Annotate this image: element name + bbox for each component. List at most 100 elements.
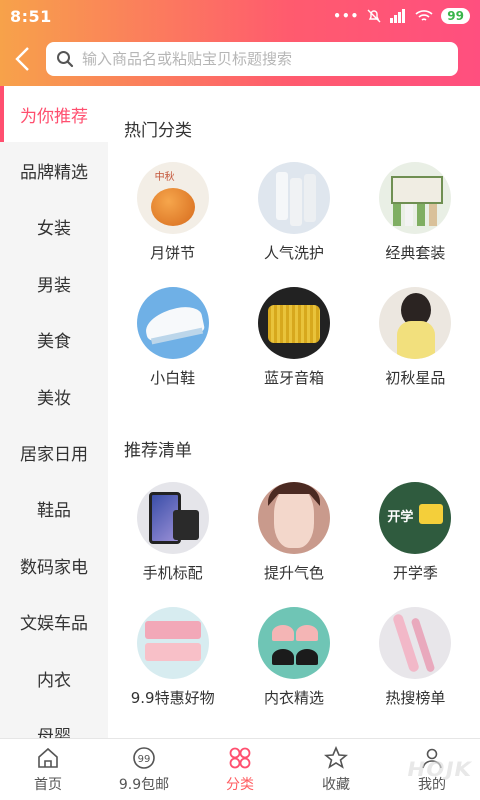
- sidebar-item[interactable]: 内衣: [0, 650, 108, 706]
- category-content: 热门分类月饼节 人气洗护 经典套装小白鞋 蓝牙音箱 初秋星品推荐清单手机标配 提升气色 开学…: [108, 86, 480, 738]
- section-title: 推荐清单: [124, 441, 192, 461]
- search-header: [0, 32, 480, 86]
- sidebar-item-label: 母婴: [37, 726, 71, 738]
- category-tile[interactable]: 9.9特惠好物: [112, 607, 233, 732]
- category-tile[interactable]: 热搜榜单: [355, 607, 476, 732]
- category-tile-label: 经典套装: [385, 244, 446, 262]
- mute-bell-icon: [367, 9, 381, 23]
- back-to-school-image: [379, 482, 452, 554]
- nav-item[interactable]: 99 9.9包邮: [96, 739, 192, 800]
- status-time: 8:51: [10, 6, 52, 26]
- sidebar-item-label: 鞋品: [37, 501, 71, 522]
- white-sneaker-image: [136, 287, 209, 359]
- back-button[interactable]: [0, 32, 46, 86]
- category-tile[interactable]: 手机标配: [112, 482, 233, 607]
- coupon-99-icon: 99: [132, 746, 156, 770]
- category-section: 推荐清单手机标配 提升气色 开学季 9.9特惠好物 内衣精选 热搜榜单: [108, 436, 480, 732]
- app-root: 8:51 ••• 99 为你推荐品牌精选女装男装美食美妆居家日用鞋品数码家电文娱…: [0, 0, 480, 800]
- category-tile[interactable]: 小白鞋: [112, 287, 233, 412]
- phone-accessories-image: [136, 482, 209, 554]
- sidebar-item-label: 男装: [37, 275, 71, 296]
- category-tile-label: 月饼节: [150, 244, 196, 262]
- status-bar: 8:51 ••• 99: [0, 0, 480, 32]
- category-tile[interactable]: 经典套装: [355, 162, 476, 287]
- bargain-goods-image: [136, 607, 209, 679]
- bottom-nav: 首页 99 9.9包邮 分类 收藏 我的: [0, 738, 480, 800]
- category-icon: [228, 746, 252, 770]
- category-tile-label: 蓝牙音箱: [263, 369, 324, 387]
- sidebar-item[interactable]: 女装: [0, 199, 108, 255]
- sidebar-item-label: 文娱车品: [20, 614, 88, 635]
- user-icon: [420, 746, 444, 770]
- autumn-fashion-image: [379, 287, 452, 359]
- sidebar-item-label: 美妆: [37, 388, 71, 409]
- makeup-face-image: [257, 482, 330, 554]
- sidebar-item[interactable]: 男装: [0, 255, 108, 311]
- sidebar-item-label: 美食: [37, 332, 71, 353]
- search-input[interactable]: [82, 50, 448, 68]
- category-tile-label: 提升气色: [263, 564, 324, 582]
- bluetooth-speaker-image: [257, 287, 330, 359]
- status-icons: ••• 99: [333, 8, 470, 24]
- section-title: 热门分类: [124, 121, 192, 141]
- category-tile[interactable]: 月饼节: [112, 162, 233, 287]
- sidebar-item[interactable]: 美妆: [0, 368, 108, 424]
- sidebar-item[interactable]: 数码家电: [0, 537, 108, 593]
- nav-item[interactable]: 首页: [0, 739, 96, 800]
- sidebar-item[interactable]: 母婴: [0, 706, 108, 738]
- home-icon: [36, 746, 60, 770]
- category-tile-label: 手机标配: [142, 564, 203, 582]
- svg-text:99: 99: [138, 754, 151, 765]
- sidebar-item[interactable]: 居家日用: [0, 424, 108, 480]
- category-tile-label: 人气洗护: [263, 244, 324, 262]
- sidebar-item[interactable]: 为你推荐: [0, 86, 108, 143]
- skincare-set-image: [379, 162, 452, 234]
- sidebar-item[interactable]: 美食: [0, 312, 108, 368]
- sidebar-item-label: 品牌精选: [20, 163, 88, 184]
- category-sidebar: 为你推荐品牌精选女装男装美食美妆居家日用鞋品数码家电文娱车品内衣母婴: [0, 86, 108, 738]
- hot-search-image: [379, 607, 452, 679]
- nav-item-label: 我的: [418, 776, 446, 793]
- bath-products-image: [257, 162, 330, 234]
- category-grid: 月饼节 人气洗护 经典套装小白鞋 蓝牙音箱 初秋星品: [108, 162, 480, 412]
- category-tile[interactable]: 内衣精选: [233, 607, 354, 732]
- more-notifications-icon: •••: [333, 9, 360, 23]
- battery-badge: 99: [441, 8, 470, 24]
- sidebar-item-label: 数码家电: [20, 557, 88, 578]
- search-box[interactable]: [46, 42, 458, 76]
- sidebar-item[interactable]: 品牌精选: [0, 142, 108, 198]
- signal-icon: [390, 9, 406, 23]
- category-tile[interactable]: 开学季: [355, 482, 476, 607]
- category-tile[interactable]: 蓝牙音箱: [233, 287, 354, 412]
- category-tile-label: 小白鞋: [150, 369, 196, 387]
- category-tile-label: 开学季: [392, 564, 438, 582]
- sidebar-item-label: 女装: [37, 219, 71, 240]
- chevron-left-icon: [15, 47, 29, 71]
- category-tile-label: 初秋星品: [385, 369, 446, 387]
- nav-item-label: 9.9包邮: [118, 776, 170, 793]
- nav-item-label: 首页: [34, 776, 62, 793]
- sidebar-item-label: 内衣: [37, 670, 71, 691]
- mooncake-image: [136, 162, 209, 234]
- nav-item-label: 分类: [226, 776, 254, 793]
- category-grid: 手机标配 提升气色 开学季 9.9特惠好物 内衣精选 热搜榜单: [108, 482, 480, 732]
- wifi-icon: [415, 10, 433, 21]
- category-tile[interactable]: 提升气色: [233, 482, 354, 607]
- category-tile[interactable]: 人气洗护: [233, 162, 354, 287]
- search-icon: [57, 51, 74, 68]
- nav-item[interactable]: 收藏: [288, 739, 384, 800]
- nav-item[interactable]: 我的: [384, 739, 480, 800]
- star-icon: [324, 745, 348, 770]
- sidebar-item[interactable]: 鞋品: [0, 481, 108, 537]
- sidebar-item-label: 为你推荐: [20, 106, 88, 127]
- sidebar-item-label: 居家日用: [20, 445, 88, 466]
- category-tile[interactable]: 初秋星品: [355, 287, 476, 412]
- nav-item-label: 收藏: [322, 776, 350, 793]
- category-tile-label: 9.9特惠好物: [130, 689, 215, 707]
- category-tile-label: 热搜榜单: [385, 689, 446, 707]
- nav-item[interactable]: 分类: [192, 739, 288, 800]
- sidebar-item[interactable]: 文娱车品: [0, 594, 108, 650]
- underwear-image: [257, 607, 330, 679]
- category-tile-label: 内衣精选: [263, 689, 324, 707]
- category-section: 热门分类月饼节 人气洗护 经典套装小白鞋 蓝牙音箱 初秋星品: [108, 116, 480, 412]
